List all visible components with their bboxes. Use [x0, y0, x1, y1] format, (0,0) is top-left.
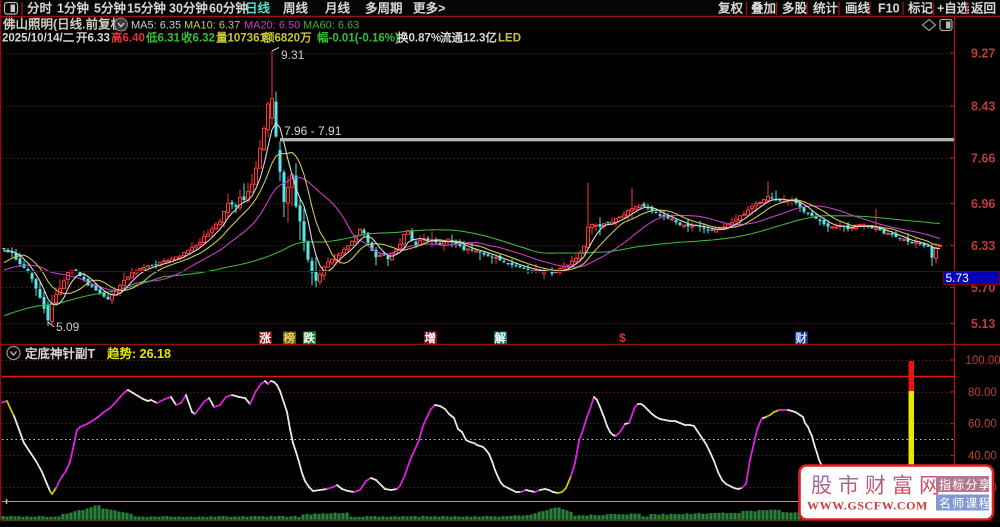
svg-text:40.00: 40.00	[968, 451, 997, 463]
svg-text:更多>: 更多>	[413, 1, 445, 16]
svg-text:6.96: 6.96	[971, 197, 995, 211]
svg-text:日线: 日线	[245, 1, 271, 16]
svg-text:100.00: 100.00	[966, 355, 1000, 367]
svg-text:9.31: 9.31	[281, 48, 305, 62]
svg-text:复权: 复权	[717, 1, 744, 16]
svg-text:1分钟: 1分钟	[57, 1, 89, 16]
svg-text:收6.32: 收6.32	[181, 31, 215, 45]
svg-text:开6.33: 开6.33	[76, 32, 110, 45]
svg-text:60分钟: 60分钟	[209, 1, 248, 16]
svg-text:5.09: 5.09	[56, 320, 80, 334]
svg-text:流通12.3亿: 流通12.3亿	[440, 31, 497, 45]
svg-text:涨: 涨	[260, 331, 272, 345]
svg-text:额6820万: 额6820万	[263, 31, 312, 45]
svg-text:8.43: 8.43	[971, 100, 995, 114]
svg-text:5.73: 5.73	[946, 271, 970, 285]
svg-text:换0.87%: 换0.87%	[397, 31, 441, 45]
svg-text:30分钟: 30分钟	[169, 1, 208, 16]
svg-text:5分钟: 5分钟	[94, 1, 126, 16]
svg-text:定底神针副T: 定底神针副T	[24, 346, 96, 361]
svg-text:叠加: 叠加	[751, 1, 776, 16]
svg-text:统计: 统计	[813, 1, 839, 16]
svg-text:画线: 画线	[845, 1, 871, 16]
svg-text:周线: 周线	[283, 1, 309, 16]
svg-text:6.33: 6.33	[971, 239, 995, 253]
svg-text:15分钟: 15分钟	[127, 1, 166, 16]
svg-text:名师课程: 名师课程	[939, 496, 992, 511]
svg-text:WWW.GSCFW.COM: WWW.GSCFW.COM	[807, 499, 928, 513]
svg-text:增: 增	[425, 331, 437, 345]
svg-text:MA10: 6.37: MA10: 6.37	[184, 20, 240, 32]
svg-text:指标分享: 指标分享	[939, 477, 992, 492]
svg-text:MA5: 6.35: MA5: 6.35	[131, 20, 181, 32]
svg-text:标记: 标记	[907, 1, 934, 16]
svg-text:趋势: 26.18: 趋势: 26.18	[107, 346, 171, 361]
svg-text:幅-0.01(-0.16%): 幅-0.01(-0.16%)	[317, 31, 399, 45]
svg-text:9.27: 9.27	[971, 47, 995, 61]
svg-text:LED: LED	[498, 33, 521, 45]
svg-text:财: 财	[795, 331, 808, 345]
svg-text:返回: 返回	[971, 1, 996, 16]
svg-text:月线: 月线	[324, 1, 351, 16]
svg-text:7.96 - 7.91: 7.96 - 7.91	[284, 124, 342, 138]
svg-text:跌: 跌	[304, 331, 316, 345]
svg-text:分时: 分时	[27, 1, 53, 16]
svg-text:股市财富网: 股市财富网	[811, 475, 946, 498]
svg-text:榜: 榜	[283, 331, 296, 345]
svg-text:$: $	[619, 331, 626, 345]
svg-text:低6.31: 低6.31	[145, 31, 180, 45]
svg-text:7.66: 7.66	[971, 152, 995, 166]
svg-text:佛山照明(日线.前复权): 佛山照明(日线.前复权)	[2, 17, 127, 32]
svg-text:MA20: 6.50: MA20: 6.50	[244, 20, 300, 32]
svg-text:多周期: 多周期	[365, 1, 403, 16]
svg-text:F10: F10	[878, 2, 900, 16]
svg-text:60.00: 60.00	[968, 419, 997, 431]
svg-text:80.00: 80.00	[968, 387, 997, 399]
svg-text:解: 解	[495, 331, 507, 345]
svg-text:5.13: 5.13	[971, 317, 995, 331]
svg-text:高6.40: 高6.40	[111, 31, 145, 45]
svg-text:多股: 多股	[782, 1, 808, 16]
svg-text:+自选: +自选	[937, 1, 970, 16]
svg-text:量107361: 量107361	[216, 31, 266, 45]
svg-text:MA60: 6.63: MA60: 6.63	[303, 20, 359, 32]
svg-text:2025/10/14/二: 2025/10/14/二	[2, 33, 75, 45]
